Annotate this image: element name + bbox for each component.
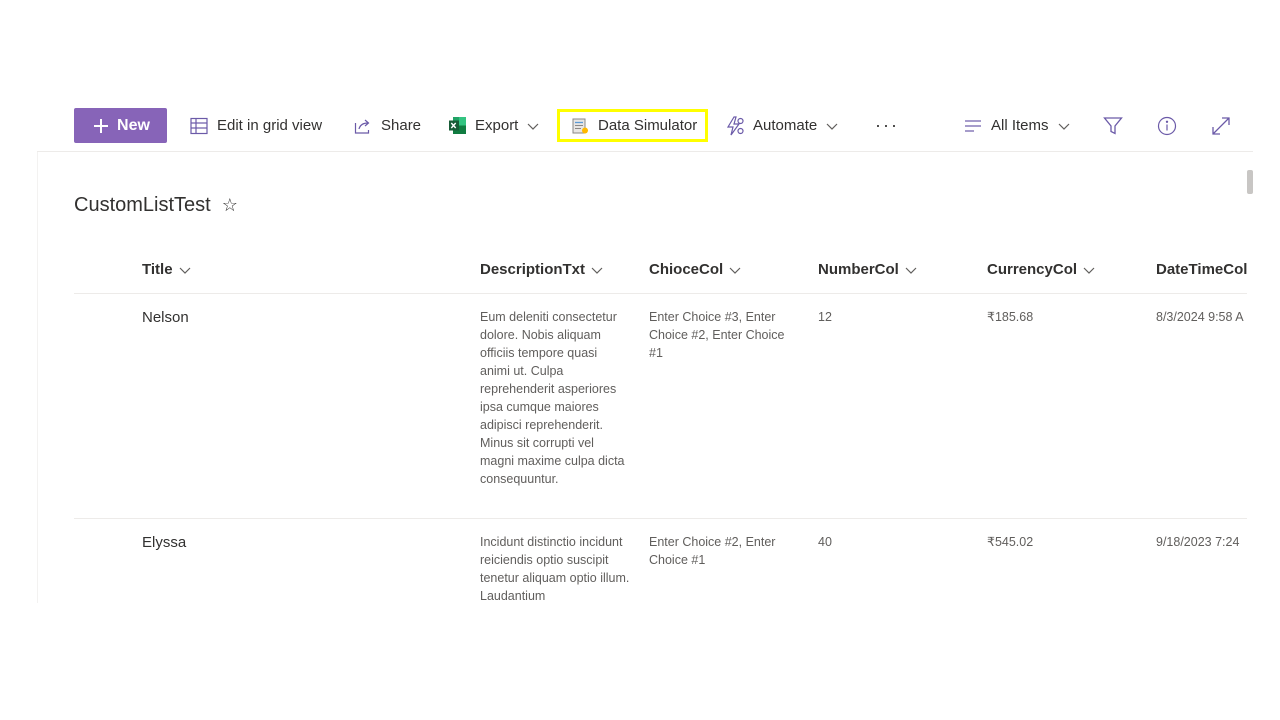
chevron-down-icon (729, 264, 741, 276)
column-header-descriptiontxt[interactable]: DescriptionTxt (480, 261, 603, 278)
column-header-label: CurrencyCol (987, 261, 1078, 278)
cell-currency: ₹545.02 (987, 535, 1034, 549)
automate-icon (725, 115, 745, 136)
cell-datetime: 8/3/2024 9:58 A (1156, 310, 1244, 324)
column-header-label: Title (142, 261, 173, 278)
list-content: CustomListTest ☆ Title DescriptionTxt Ch… (37, 152, 1254, 603)
data-simulator-button[interactable]: Data Simulator (557, 109, 708, 142)
excel-icon (447, 116, 467, 136)
cell-number: 40 (818, 535, 832, 549)
automate-button[interactable]: Automate (725, 108, 838, 143)
cell-number: 12 (818, 310, 832, 324)
more-options-button[interactable]: ··· (875, 108, 899, 143)
info-icon (1157, 116, 1177, 136)
data-simulator-icon (570, 116, 590, 136)
column-header-label: DateTimeCol (1156, 261, 1248, 278)
new-button[interactable]: New (74, 108, 167, 143)
list-title: CustomListTest (74, 194, 211, 216)
vertical-scrollbar[interactable] (1247, 152, 1254, 603)
column-header-currencycol[interactable]: CurrencyCol (987, 261, 1095, 278)
sharepoint-list-view: New Edit in grid view Share Export Data … (0, 0, 1280, 720)
lines-icon (963, 116, 983, 136)
grid-icon (189, 116, 209, 136)
chevron-down-icon (527, 120, 539, 132)
edit-grid-view-button[interactable]: Edit in grid view (189, 108, 322, 143)
export-button[interactable]: Export (447, 108, 539, 143)
column-header-row: Title DescriptionTxt ChioceCol NumberCol (74, 248, 1254, 294)
chevron-down-icon (826, 120, 838, 132)
cell-description: Eum deleniti consectetur dolore. Nobis a… (480, 310, 625, 486)
favorite-star-icon[interactable]: ☆ (222, 195, 238, 216)
new-button-label: New (117, 116, 150, 134)
view-switcher-label: All Items (991, 117, 1049, 134)
cell-choice: Enter Choice #2, Enter Choice #1 (649, 535, 776, 567)
view-switcher-button[interactable]: All Items (963, 108, 1070, 143)
list-header: CustomListTest ☆ (74, 194, 238, 217)
expand-icon (1211, 116, 1231, 136)
column-header-datetimecol[interactable]: DateTimeCol (1156, 261, 1247, 278)
edit-grid-view-label: Edit in grid view (217, 117, 323, 134)
data-simulator-label: Data Simulator (598, 117, 698, 134)
column-header-label: ChioceCol (649, 261, 724, 278)
column-header-chiocecol[interactable]: ChioceCol (649, 261, 741, 278)
table-row[interactable]: Elyssa Incidunt distinctio incidunt reic… (74, 519, 1254, 603)
column-header-label: NumberCol (818, 261, 899, 278)
chevron-down-icon (179, 264, 191, 276)
cell-choice: Enter Choice #3, Enter Choice #2, Enter … (649, 310, 785, 360)
column-header-title[interactable]: Title (142, 261, 191, 278)
cell-description: Incidunt distinctio incidunt reiciendis … (480, 535, 630, 603)
info-button[interactable] (1157, 108, 1185, 143)
cell-datetime: 9/18/2023 7:24 (1156, 535, 1240, 549)
column-header-label: DescriptionTxt (480, 261, 586, 278)
chevron-down-icon (1058, 120, 1070, 132)
export-label: Export (475, 117, 519, 134)
cell-title[interactable]: Nelson (142, 308, 189, 328)
expand-button[interactable] (1211, 108, 1239, 143)
cell-currency: ₹185.68 (987, 310, 1034, 324)
chevron-down-icon (905, 264, 917, 276)
share-button[interactable]: Share (353, 108, 421, 143)
column-header-numbercol[interactable]: NumberCol (818, 261, 917, 278)
filter-button[interactable] (1103, 108, 1131, 143)
plus-icon (91, 116, 111, 136)
chevron-down-icon (1083, 264, 1095, 276)
scrollbar-thumb[interactable] (1247, 170, 1253, 194)
chevron-down-icon (591, 264, 603, 276)
filter-icon (1103, 116, 1123, 136)
share-label: Share (381, 117, 422, 134)
share-icon (353, 116, 373, 136)
automate-label: Automate (753, 117, 818, 134)
command-bar: New Edit in grid view Share Export Data … (37, 100, 1253, 152)
table-row[interactable]: Nelson Eum deleniti consectetur dolore. … (74, 294, 1254, 519)
ellipsis-icon: ··· (875, 115, 899, 135)
cell-title[interactable]: Elyssa (142, 533, 186, 553)
